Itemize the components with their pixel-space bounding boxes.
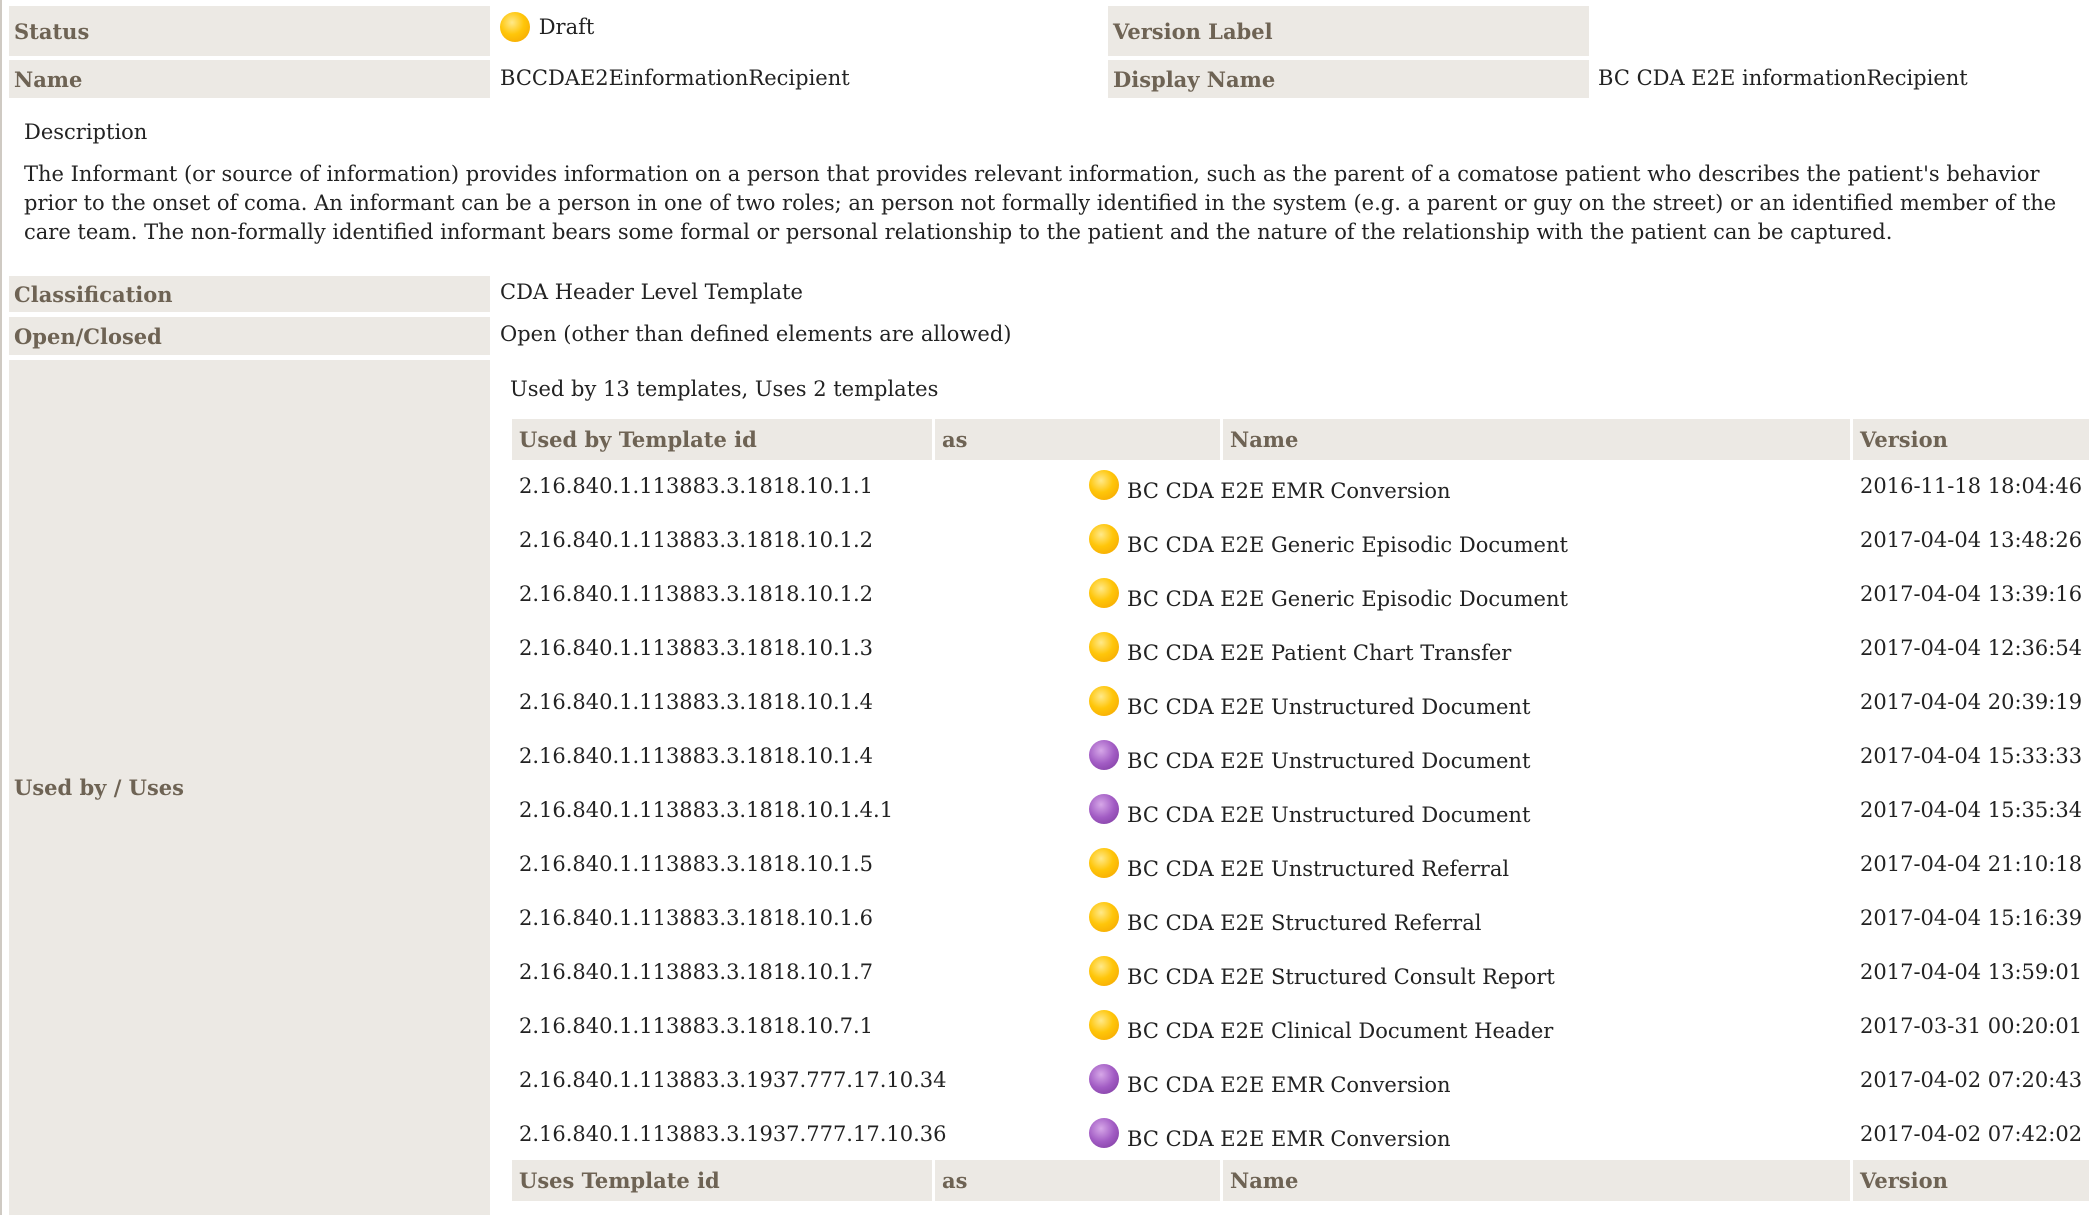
display-name-label: Display Name	[1108, 60, 1589, 98]
template-name-link[interactable]: BC CDA E2E Structured Consult Report	[1127, 965, 1555, 989]
template-name-link[interactable]: BC CDA E2E Unstructured Document	[1127, 695, 1530, 719]
draft-status-icon	[500, 12, 530, 42]
col-version: Version	[1860, 1168, 1948, 1193]
col-uses-template-id: Uses Template id	[519, 1168, 720, 1193]
draft-status-icon	[1089, 902, 1119, 932]
table-row: 2.16.840.1.113883.3.1818.10.1.2 BC CDA E2…	[512, 516, 2089, 570]
table-row: 2.16.840.1.113883.3.1818.10.1.4 BC CDA E2…	[512, 678, 2089, 732]
col-used-by-template-id: Used by Template id	[519, 427, 757, 452]
status-text: Draft	[538, 15, 595, 39]
table-row: 2.16.840.1.113883.3.1937.777.17.10.36 BC …	[512, 1110, 2089, 1164]
version-cell: 2017-04-04 13:39:16	[1860, 582, 2083, 606]
template-name-link[interactable]: BC CDA E2E Generic Episodic Document	[1127, 533, 1568, 557]
template-name-link[interactable]: BC CDA E2E Unstructured Document	[1127, 803, 1530, 827]
draft-status-icon	[1089, 524, 1119, 554]
status-icon	[1089, 1118, 1119, 1148]
version-cell: 2017-04-02 07:42:02	[1860, 1122, 2083, 1146]
draft-status-icon	[1089, 632, 1119, 662]
col-name: Name	[1230, 427, 1299, 452]
display-name-value: BC CDA E2E informationRecipient	[1598, 66, 1968, 90]
version-cell: 2017-04-04 21:10:18	[1860, 852, 2083, 876]
version-label-label: Version Label	[1108, 6, 1589, 56]
template-id-link[interactable]: 2.16.840.1.113883.3.1818.10.1.4	[519, 690, 873, 714]
version-cell: 2017-04-04 15:35:34	[1860, 798, 2083, 822]
status-icon	[1089, 1064, 1119, 1094]
template-id-link[interactable]: 2.16.840.1.113883.3.1818.10.1.2	[519, 528, 873, 552]
draft-status-icon	[1089, 956, 1119, 986]
draft-status-icon	[1089, 1010, 1119, 1040]
col-name: Name	[1230, 1168, 1299, 1193]
template-id-link[interactable]: 2.16.840.1.113883.3.1818.10.1.3	[519, 636, 873, 660]
name-label: Name	[9, 60, 490, 98]
status-value: Draft	[500, 12, 594, 42]
status-label: Status	[9, 6, 490, 56]
template-id-link[interactable]: 2.16.840.1.113883.3.1818.10.1.2	[519, 582, 873, 606]
version-cell: 2017-04-04 15:33:33	[1860, 744, 2083, 768]
version-cell: 2017-03-31 00:20:01	[1860, 1014, 2083, 1038]
draft-status-icon	[1089, 848, 1119, 878]
col-version: Version	[1860, 427, 1948, 452]
description-label: Description	[24, 120, 148, 144]
template-id-link[interactable]: 2.16.840.1.113883.3.1818.10.1.1	[519, 474, 873, 498]
version-cell: 2017-04-04 13:59:01	[1860, 960, 2083, 984]
table-row: 2.16.840.1.113883.3.1818.10.1.6 BC CDA E2…	[512, 894, 2089, 948]
version-cell: 2016-11-18 18:04:46	[1860, 474, 2083, 498]
usage-summary: Used by 13 templates, Uses 2 templates	[510, 377, 939, 401]
version-cell: 2017-04-04 12:36:54	[1860, 636, 2083, 660]
table-row: 2.16.840.1.113883.3.1818.10.1.5 BC CDA E2…	[512, 840, 2089, 894]
template-id-link[interactable]: 2.16.840.1.113883.3.1937.777.17.10.36	[519, 1122, 947, 1146]
template-id-link[interactable]: 2.16.840.1.113883.3.1818.10.1.4	[519, 744, 873, 768]
classification-value: CDA Header Level Template	[500, 280, 803, 304]
table-row: 2.16.840.1.113883.3.1818.10.1.4.1 BC CDA …	[512, 786, 2089, 840]
table-row: 2.16.840.1.113883.3.1818.10.1.4 BC CDA E2…	[512, 732, 2089, 786]
open-closed-label: Open/Closed	[9, 317, 490, 355]
name-value: BCCDAE2EinformationRecipient	[500, 66, 850, 90]
template-id-link[interactable]: 2.16.840.1.113883.3.1818.10.1.6	[519, 906, 873, 930]
template-name-link[interactable]: BC CDA E2E Patient Chart Transfer	[1127, 641, 1511, 665]
table-row: 2.16.840.1.113883.3.1937.777.17.10.34 BC …	[512, 1056, 2089, 1110]
version-cell: 2017-04-02 07:20:43	[1860, 1068, 2083, 1092]
template-name-link[interactable]: BC CDA E2E Structured Referral	[1127, 911, 1481, 935]
template-name-link[interactable]: BC CDA E2E EMR Conversion	[1127, 1073, 1451, 1097]
template-name-link[interactable]: BC CDA E2E Generic Episodic Document	[1127, 587, 1568, 611]
table-row: 2.16.840.1.113883.3.1818.10.1.3 BC CDA E2…	[512, 624, 2089, 678]
template-id-link[interactable]: 2.16.840.1.113883.3.1818.10.1.4.1	[519, 798, 893, 822]
draft-status-icon	[1089, 578, 1119, 608]
template-name-link[interactable]: BC CDA E2E Unstructured Document	[1127, 749, 1530, 773]
table-row: 2.16.840.1.113883.3.1818.10.7.1 BC CDA E2…	[512, 1002, 2089, 1056]
version-cell: 2017-04-04 15:16:39	[1860, 906, 2083, 930]
col-as: as	[942, 1168, 968, 1193]
version-cell: 2017-04-04 20:39:19	[1860, 690, 2083, 714]
template-name-link[interactable]: BC CDA E2E Clinical Document Header	[1127, 1019, 1553, 1043]
table-row: 2.16.840.1.113883.3.1818.10.1.2 BC CDA E2…	[512, 570, 2089, 624]
version-cell: 2017-04-04 13:48:26	[1860, 528, 2083, 552]
status-icon	[1089, 794, 1119, 824]
template-id-link[interactable]: 2.16.840.1.113883.3.1818.10.7.1	[519, 1014, 873, 1038]
open-closed-value: Open (other than defined elements are al…	[500, 322, 1012, 346]
draft-status-icon	[1089, 470, 1119, 500]
template-id-link[interactable]: 2.16.840.1.113883.3.1937.777.17.10.34	[519, 1068, 947, 1092]
col-as: as	[942, 427, 968, 452]
template-name-link[interactable]: BC CDA E2E Unstructured Referral	[1127, 857, 1509, 881]
table-row: 2.16.840.1.113883.3.1818.10.1.7 BC CDA E2…	[512, 948, 2089, 1002]
used-by-uses-label: Used by / Uses	[9, 360, 490, 1215]
template-name-link[interactable]: BC CDA E2E EMR Conversion	[1127, 1127, 1451, 1151]
status-icon	[1089, 740, 1119, 770]
table-row: 2.16.840.1.113883.3.1818.10.1.1 BC CDA E2…	[512, 462, 2089, 516]
page-left-border	[0, 0, 2, 1215]
uses-table-header: Uses Template id as Name Version	[512, 1160, 2089, 1201]
template-id-link[interactable]: 2.16.840.1.113883.3.1818.10.1.7	[519, 960, 873, 984]
template-id-link[interactable]: 2.16.840.1.113883.3.1818.10.1.5	[519, 852, 873, 876]
template-name-link[interactable]: BC CDA E2E EMR Conversion	[1127, 479, 1451, 503]
classification-label: Classification	[9, 276, 490, 312]
draft-status-icon	[1089, 686, 1119, 716]
used-by-table-header: Used by Template id as Name Version	[512, 419, 2089, 460]
description-text: The Informant (or source of information)…	[24, 162, 2057, 244]
